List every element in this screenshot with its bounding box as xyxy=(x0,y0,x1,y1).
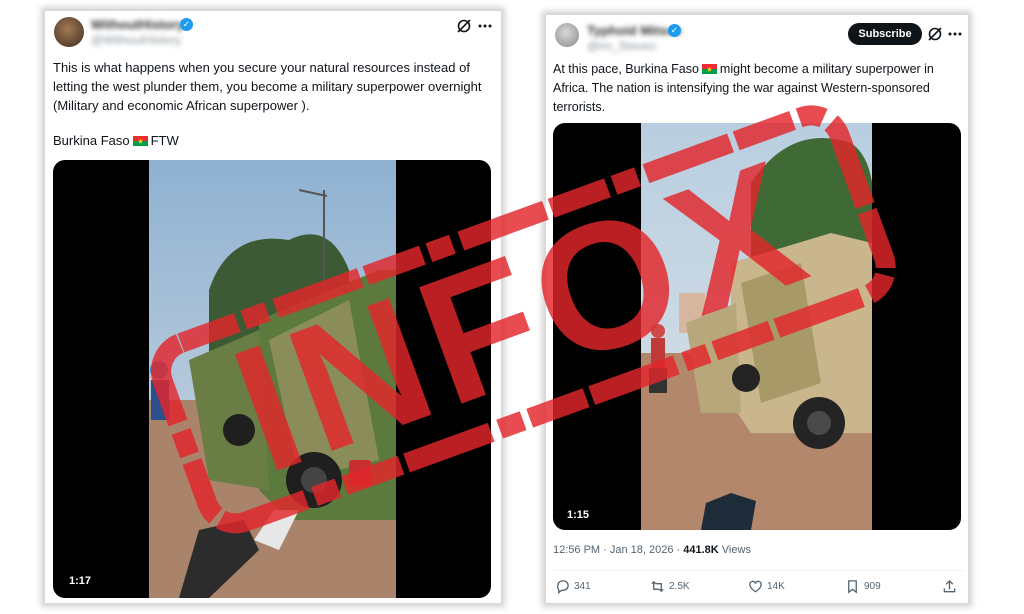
post-text: This is what happens when you secure you… xyxy=(53,60,482,113)
repost-count: 2.5K xyxy=(669,581,690,592)
more-icon[interactable] xyxy=(476,17,494,35)
like-button[interactable]: 14K xyxy=(748,579,785,594)
more-icon[interactable] xyxy=(946,25,964,43)
share-button[interactable] xyxy=(942,579,957,594)
video-frame xyxy=(641,123,872,530)
video-frame xyxy=(149,160,396,598)
burkina-flag-icon xyxy=(701,64,717,74)
burkina-flag-icon xyxy=(132,136,148,146)
post-timestamp[interactable]: 12:56 PM · Jan 18, 2026 · xyxy=(553,544,680,556)
video-player[interactable]: 1:15 xyxy=(553,123,961,530)
views-count: 441.8K xyxy=(683,544,719,556)
views-label: Views xyxy=(721,544,751,556)
bookmark-count: 909 xyxy=(864,581,881,592)
avatar[interactable] xyxy=(555,23,579,47)
post-text-ftw: FTW xyxy=(150,133,179,148)
reply-button[interactable]: 341 xyxy=(555,579,591,594)
video-player[interactable]: 1:17 xyxy=(53,160,491,598)
post-text-country: Burkina Faso xyxy=(53,133,130,148)
like-count: 14K xyxy=(767,581,785,592)
post-text: At this pace, Burkina Faso might become a… xyxy=(553,60,963,117)
video-duration: 1:15 xyxy=(567,509,590,521)
bookmark-icon xyxy=(848,580,857,594)
display-name[interactable]: WithoutHistory xyxy=(91,17,184,32)
handle[interactable]: @WithoutHistory xyxy=(91,33,181,47)
post-card-left: WithoutHistory ✓ @WithoutHistory This is… xyxy=(44,10,502,604)
post-text-line2: Burkina Faso FTW xyxy=(53,131,495,150)
share-icon xyxy=(943,579,956,593)
repost-icon xyxy=(651,580,664,593)
reply-icon xyxy=(557,580,569,594)
bookmark-button[interactable]: 909 xyxy=(845,579,881,594)
subscribe-button[interactable]: Subscribe xyxy=(848,23,922,45)
handle[interactable]: @im_Steveo xyxy=(587,39,656,53)
grok-icon[interactable] xyxy=(926,25,944,43)
repost-button[interactable]: 2.5K xyxy=(650,579,690,594)
like-icon xyxy=(749,580,762,593)
avatar[interactable] xyxy=(54,17,84,47)
post-text-start: At this pace, Burkina Faso xyxy=(553,62,699,76)
reply-count: 341 xyxy=(574,581,591,592)
video-duration: 1:17 xyxy=(69,575,92,587)
grok-icon[interactable] xyxy=(455,17,473,35)
post-card-right: Typhoid Mitsue ✓ @im_Steveo Subscribe At… xyxy=(545,14,969,604)
verified-icon: ✓ xyxy=(668,24,681,37)
verified-icon: ✓ xyxy=(180,18,193,31)
divider xyxy=(553,570,963,571)
post-timestamp-row: 12:56 PM · Jan 18, 2026 · 441.8K Views xyxy=(553,544,751,556)
